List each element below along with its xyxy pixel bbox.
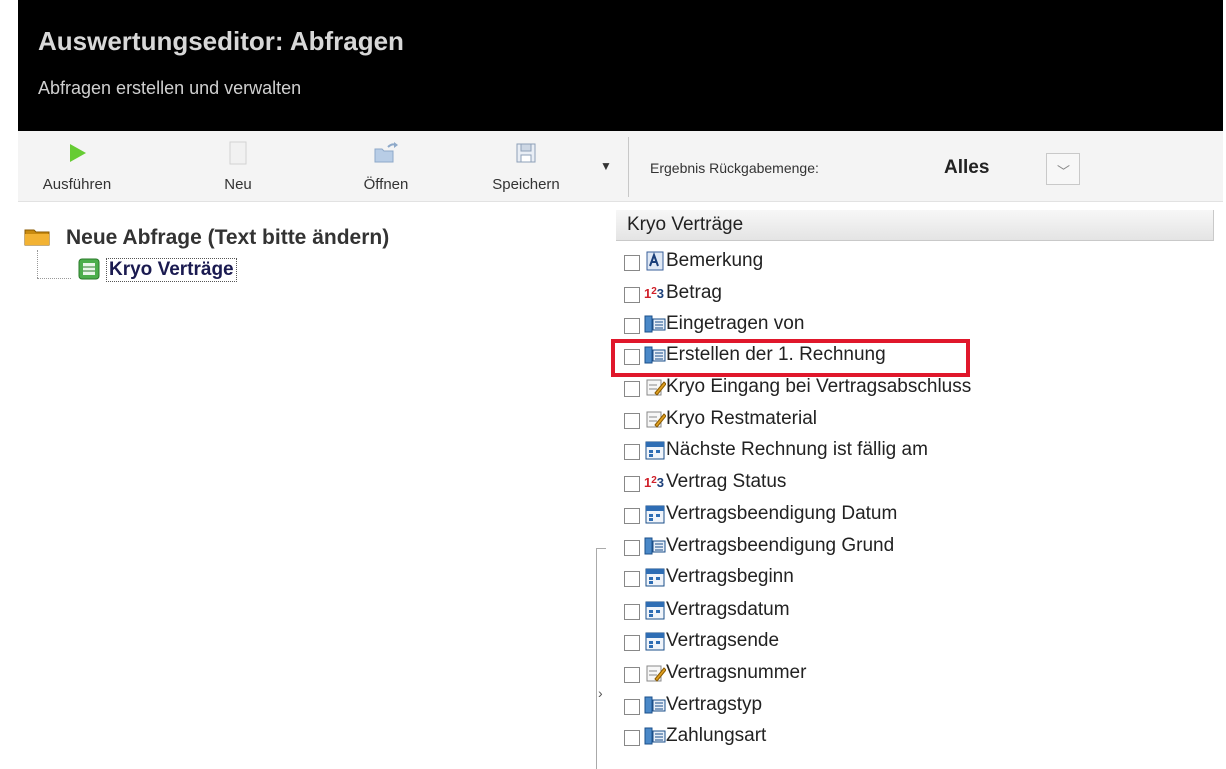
save-dropdown-button[interactable]: ▼ [600,159,612,173]
field-label: Erstellen der 1. Rechnung [666,344,886,365]
lookup-field-icon [644,694,666,716]
date-field-icon [644,599,666,621]
field-checkbox[interactable] [624,635,640,651]
page-subtitle: Abfragen erstellen und verwalten [38,78,302,98]
date-field-icon [644,566,666,588]
field-label: Vertragstyp [666,694,763,715]
lookup-field-icon [644,313,666,335]
field-label: Zahlungsart [666,725,767,746]
new-button-label: Neu [224,176,252,193]
toolbar-divider [628,137,629,197]
field-checkbox[interactable] [624,476,640,492]
tree-root-label: Neue Abfrage (Text bitte ändern) [66,226,390,249]
memo-field-icon [644,250,666,272]
date-field-icon [644,630,666,652]
lookup-field-icon [644,344,666,366]
open-folder-icon [374,142,398,163]
field-checkbox[interactable] [624,730,640,746]
field-label: Eingetragen von [666,313,805,334]
result-size-value: Alles [944,157,990,178]
field-checkbox[interactable] [624,444,640,460]
new-button[interactable]: Neu [208,131,268,201]
result-size-label: Ergebnis Rückgabemenge: [650,160,819,176]
open-button-label: Öffnen [363,176,409,193]
svg-text:123: 123 [644,475,664,490]
fields-panel-header: Kryo Verträge [616,210,1214,241]
field-checkbox[interactable] [624,381,640,397]
field-label: Nächste Rechnung ist fällig am [666,439,928,460]
save-button[interactable]: Speichern [476,131,576,201]
new-document-icon [229,141,247,165]
toolbar: Ausführen Neu Öffnen Speichern ▼ Ergebni… [18,131,1223,202]
run-button[interactable]: Ausführen [32,131,122,201]
save-button-label: Speichern [492,176,560,193]
date-field-icon [644,439,666,461]
field-label: Kryo Eingang bei Vertragsabschluss [666,376,972,397]
field-checkbox[interactable] [624,508,640,524]
field-label: Vertragsbeendigung Datum [666,503,898,524]
page-header: Auswertungseditor: Abfragen Abfragen ers… [18,0,1223,131]
result-size-dropdown[interactable]: ﹀ [1046,153,1080,185]
field-label: Vertrag Status [666,471,787,492]
lookup-field-icon [644,725,666,747]
field-checkbox[interactable] [624,540,640,556]
text-field-icon [644,408,667,430]
field-checkbox[interactable] [624,287,640,303]
tree-connector [37,278,71,279]
field-checkbox[interactable] [624,255,640,271]
field-checkbox[interactable] [624,699,640,715]
chevron-down-icon: ﹀ [1057,164,1071,179]
svg-text:123: 123 [644,286,664,301]
field-label: Kryo Restmaterial [666,408,817,429]
number-field-icon: 123 [644,471,666,493]
field-checkbox[interactable] [624,318,640,334]
lookup-field-icon [644,535,666,557]
field-label: Vertragsnummer [666,662,807,683]
text-field-icon [644,662,667,684]
date-field-icon [644,503,666,525]
table-icon [78,258,100,280]
field-checkbox[interactable] [624,349,640,365]
tree-item-label: Kryo Verträge [106,258,237,282]
query-folder-icon [24,229,50,246]
field-checkbox[interactable] [624,571,640,587]
open-button[interactable]: Öffnen [346,131,426,201]
expand-arrow-icon: › [598,685,603,701]
tree-connector [37,250,38,278]
field-label: Vertragsbeginn [666,566,794,587]
field-label: Vertragsdatum [666,599,790,620]
field-label: Bemerkung [666,250,764,271]
number-field-icon: 123 [644,282,666,304]
text-field-icon [644,376,667,398]
page-title: Auswertungseditor: Abfragen [38,26,404,56]
field-checkbox[interactable] [624,413,640,429]
save-disk-icon [516,143,536,163]
field-label: Vertragsende [666,630,780,651]
field-label: Betrag [666,282,722,303]
panel-splitter[interactable]: › [596,548,606,769]
field-checkbox[interactable] [624,667,640,683]
field-label: Vertragsbeendigung Grund [666,535,895,556]
field-checkbox[interactable] [624,604,640,620]
run-button-label: Ausführen [42,176,112,193]
fields-panel-title: Kryo Verträge [627,214,744,235]
play-icon [70,144,86,162]
